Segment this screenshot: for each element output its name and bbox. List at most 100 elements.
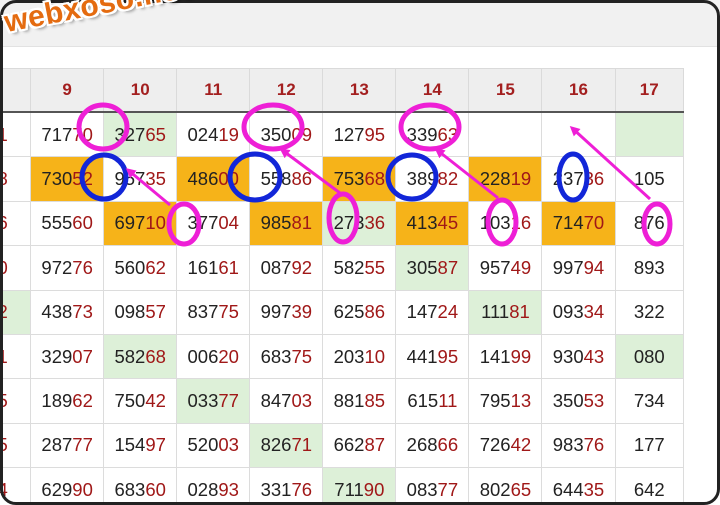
table-row: 9132907582680062068375203104419514199930… [0, 333, 684, 380]
result-head-digits: 972 [41, 256, 73, 278]
result-head-digits: 957 [479, 256, 511, 278]
result-tail-digits: 60 [145, 478, 166, 500]
result-head-digits: 615 [407, 390, 439, 412]
result-tail-digits: 86 [291, 168, 313, 190]
results-table: 891011121314151617 417177032765024193500… [0, 68, 684, 505]
result-cell: 03377 [176, 378, 251, 424]
result-head-digits: 930 [552, 345, 584, 367]
result-cell: 64435 [541, 467, 616, 505]
result-head-digits: 683 [260, 345, 292, 367]
result-cell: 00620 [176, 333, 251, 380]
result-cell: 68360 [103, 467, 178, 505]
result-tail-digits: 44 [0, 478, 8, 500]
result-head-digits: 203 [333, 345, 365, 367]
result-tail-digits: 70 [72, 123, 93, 145]
result-tail-digits: 90 [72, 478, 93, 500]
result-cell: 16161 [176, 245, 251, 291]
result-tail-digits: 43 [583, 345, 605, 367]
result-cell: 44 [0, 467, 32, 505]
result-tail-digits: 77 [72, 434, 93, 456]
result-cell: 14199 [468, 333, 543, 380]
result-cell: 28777 [30, 422, 105, 469]
result-tail-digits: 87 [437, 256, 459, 278]
column-header-13: 13 [322, 68, 397, 113]
result-tail-digits: 91 [0, 345, 8, 367]
result-head-digits: 237 [552, 168, 584, 190]
result-tail-digits: 19 [510, 168, 532, 190]
result-head-digits: 350 [260, 123, 292, 145]
result-cell: 35009 [249, 111, 324, 158]
result-head-digits: 802 [479, 478, 511, 500]
result-head-digits: 560 [114, 256, 146, 278]
result-head-digits: 389 [406, 168, 438, 190]
result-head-digits: 322 [633, 301, 665, 323]
result-cell: 32907 [30, 333, 105, 380]
result-tail-digits: 45 [437, 212, 459, 234]
result-tail-digits: 36 [364, 212, 386, 234]
result-cell: 69710 [103, 200, 178, 247]
result-head-digits: 028 [187, 478, 219, 500]
result-cell: 83775 [176, 289, 251, 335]
table-row: 8518962750420337784703881856151179513350… [0, 378, 684, 424]
result-cell: 58255 [322, 245, 397, 291]
result-cell: 95735 [103, 156, 178, 202]
result-head-digits: 625 [333, 301, 365, 323]
result-tail-digits: 76 [0, 212, 8, 234]
result-cell: 642 [614, 467, 684, 505]
result-head-digits: 103 [479, 212, 511, 234]
result-tail-digits: 62 [72, 390, 93, 412]
result-head-digits: 520 [187, 434, 219, 456]
result-tail-digits: 66 [437, 434, 459, 456]
result-tail-digits: 92 [291, 256, 313, 278]
result-tail-digits: 61 [218, 256, 239, 278]
result-cell: 080 [614, 333, 684, 380]
result-tail-digits: 63 [437, 123, 459, 145]
result-cell: 38982 [395, 156, 470, 202]
result-tail-digits: 09 [291, 123, 313, 145]
result-head-digits: 881 [333, 390, 365, 412]
result-cell: 72642 [468, 422, 543, 469]
result-cell: 61511 [395, 378, 470, 424]
result-head-digits: 147 [406, 301, 438, 323]
result-tail-digits: 68 [364, 168, 386, 190]
result-head-digits: 697 [114, 212, 146, 234]
result-cell: 322 [614, 289, 684, 335]
column-header-16: 16 [541, 68, 616, 113]
result-tail-digits: 99 [510, 345, 532, 367]
result-cell: 30587 [395, 245, 470, 291]
table-row: 41717703276502419350091279533963 [0, 111, 684, 158]
result-tail-digits: 71 [291, 434, 313, 456]
result-cell [541, 111, 616, 158]
table-row: 2873052957354860055886753683898222819237… [0, 156, 684, 202]
result-tail-digits: 65 [145, 123, 166, 145]
result-tail-digits: 76 [583, 434, 605, 456]
result-cell: 28 [0, 156, 32, 202]
result-cell: 44195 [395, 333, 470, 380]
table-header-row: 891011121314151617 [0, 68, 684, 113]
result-head-digits: 734 [633, 390, 665, 412]
result-tail-digits: 85 [0, 390, 8, 412]
result-tail-digits: 07 [72, 345, 93, 367]
result-tail-digits: 53 [583, 390, 605, 412]
result-cell: 82671 [249, 422, 324, 469]
result-head-digits: 486 [187, 168, 219, 190]
result-cell [468, 111, 543, 158]
result-head-digits: 087 [260, 256, 292, 278]
result-cell: 32765 [103, 111, 178, 158]
column-header-9: 9 [30, 68, 105, 113]
result-cell: 97276 [30, 245, 105, 291]
result-head-digits: 329 [41, 345, 73, 367]
result-cell: 26866 [395, 422, 470, 469]
result-head-digits: 228 [479, 168, 511, 190]
results-table-scroll[interactable]: 891011121314151617 417177032765024193500… [0, 68, 720, 505]
result-cell: 56062 [103, 245, 178, 291]
table-row: 4462990683600289333176711900837780265644… [0, 467, 684, 505]
result-cell: 41345 [395, 200, 470, 247]
result-cell: 62586 [322, 289, 397, 335]
result-cell: 71470 [541, 200, 616, 247]
column-header-14: 14 [395, 68, 470, 113]
result-cell: 33963 [395, 111, 470, 158]
result-cell: 65 [0, 422, 32, 469]
result-cell: 84703 [249, 378, 324, 424]
result-cell: 99739 [249, 289, 324, 335]
